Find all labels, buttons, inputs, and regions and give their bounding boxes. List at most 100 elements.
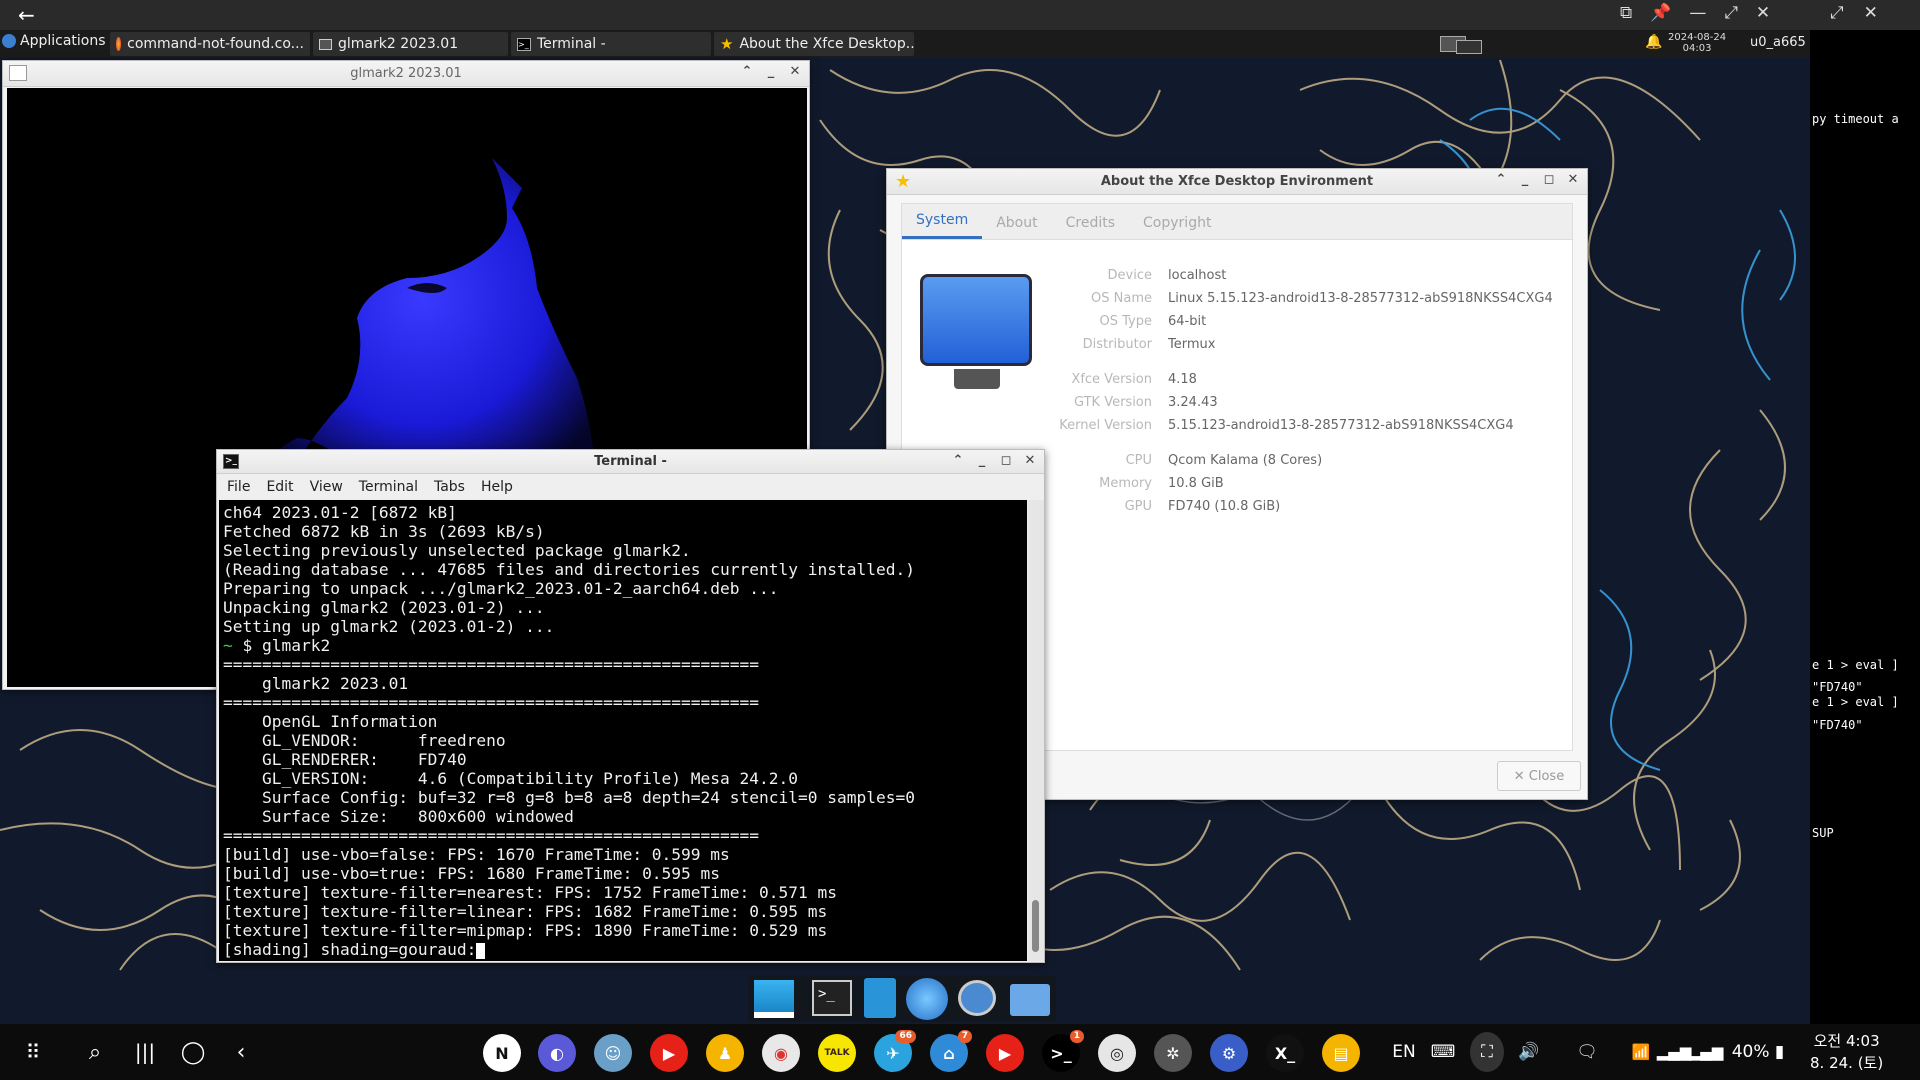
close-button[interactable]: ✕ Close <box>1497 761 1581 791</box>
notification-bell-icon[interactable]: 🔔 <box>1645 34 1662 50</box>
glmark2-titlebar[interactable]: glmark2 2023.01 ⌃ _ ✕ <box>3 61 809 87</box>
workspace-switcher[interactable] <box>1440 34 1482 54</box>
telegram-glyph: ✈ <box>886 1043 900 1063</box>
settings-app-icon[interactable]: ⚙ <box>1210 1034 1248 1072</box>
screenshot-icon[interactable]: ⛶ <box>1470 1032 1504 1072</box>
tab-credits[interactable]: Credits <box>1052 215 1129 239</box>
terminal-line: [shading] shading=gouraud: <box>223 940 1023 959</box>
tab-about[interactable]: About <box>982 215 1051 239</box>
terminal-scrollbar[interactable] <box>1028 500 1044 961</box>
task-firefox[interactable]: command-not-found.co... <box>110 32 310 56</box>
show-desktop-icon[interactable] <box>754 980 794 1018</box>
panel-time: 04:03 <box>1682 43 1712 54</box>
browser-app-icon[interactable]: ◐ <box>538 1034 576 1072</box>
scrollbar-thumb[interactable] <box>1032 900 1039 952</box>
store-app-icon[interactable]: ⌂ 7 <box>930 1030 972 1072</box>
termux-app-icon[interactable]: >_ 1 <box>1042 1030 1084 1072</box>
maximize-icon[interactable]: ⤢ <box>1724 3 1738 23</box>
aperture-app-icon[interactable]: ✲ <box>1154 1034 1192 1072</box>
menu-file[interactable]: File <box>227 479 250 495</box>
apps-grid-icon[interactable]: ⠿ <box>18 1032 48 1072</box>
file-manager-icon[interactable] <box>864 978 896 1018</box>
terminal-output[interactable]: ch64 2023.01-2 [6872 kB] Fetched 6872 kB … <box>219 500 1027 961</box>
recents-icon[interactable]: ||| <box>130 1032 160 1072</box>
close-icon[interactable]: ✕ <box>1022 453 1038 468</box>
back-arrow-icon[interactable]: ← <box>18 3 35 27</box>
shade-icon[interactable]: ⌃ <box>950 453 966 468</box>
xserver-app-icon[interactable]: X_ <box>1266 1034 1304 1072</box>
about-titlebar[interactable]: ★ About the Xfce Desktop Environment ⌃ _ ◻… <box>887 169 1587 195</box>
label-distributor: Distributor <box>1082 337 1152 352</box>
menu-help[interactable]: Help <box>481 479 513 495</box>
picture-in-picture-icon[interactable]: ⧉ <box>1620 3 1632 23</box>
chat-icon[interactable]: 🗨 <box>1572 1032 1602 1072</box>
expand-icon[interactable]: ⤢ <box>1830 3 1844 23</box>
files-glyph: ▤ <box>1333 1043 1349 1063</box>
keep-app-icon[interactable]: ♟ <box>706 1034 744 1072</box>
close-icon[interactable]: ✕ <box>1864 3 1878 23</box>
close-icon[interactable]: ✕ <box>1565 172 1581 187</box>
terminal-line: Preparing to unpack .../glmark2_2023.01-… <box>223 579 779 598</box>
web-browser-icon[interactable] <box>906 978 948 1020</box>
vpn-app-icon[interactable]: ◎ <box>1098 1034 1136 1072</box>
maximize-icon[interactable]: ◻ <box>998 453 1014 468</box>
maximize-icon[interactable]: ◻ <box>1541 172 1557 187</box>
folder-icon[interactable] <box>1010 984 1050 1016</box>
pin-icon[interactable]: 📌 <box>1650 3 1671 23</box>
files-app-icon[interactable]: ▤ <box>1322 1034 1360 1072</box>
wifi-icon: 📶 <box>1631 1043 1651 1061</box>
shade-icon[interactable]: ⌃ <box>739 64 755 79</box>
minimize-icon[interactable]: _ <box>1517 172 1533 187</box>
youtube-app-icon[interactable]: ▶ <box>650 1034 688 1072</box>
value-xfce-version: 4.18 <box>1168 372 1197 387</box>
minimize-icon[interactable]: _ <box>763 64 779 79</box>
notion-app-icon[interactable]: N <box>483 1034 521 1072</box>
termux-glyph: >_ <box>1050 1043 1072 1063</box>
browser-glyph: ◐ <box>550 1043 564 1063</box>
shade-icon[interactable]: ⌃ <box>1493 172 1509 187</box>
applications-menu[interactable]: Applications ⋮ <box>2 33 124 49</box>
tab-system[interactable]: System <box>902 212 983 239</box>
chrome-app-icon[interactable]: ◉ <box>762 1034 800 1072</box>
close-icon[interactable]: ✕ <box>1756 3 1770 23</box>
panel-user[interactable]: u0_a665 <box>1750 35 1806 50</box>
label-device: Device <box>1107 268 1152 283</box>
value-device: localhost <box>1168 268 1227 283</box>
menu-tabs[interactable]: Tabs <box>434 479 465 495</box>
vpn-glyph: ◎ <box>1110 1043 1124 1063</box>
back-icon[interactable]: ‹ <box>226 1032 256 1072</box>
aperture-glyph: ✲ <box>1166 1043 1180 1063</box>
terminal-line: ========================================… <box>223 826 760 845</box>
task-terminal[interactable]: >_ Terminal - <box>511 32 711 56</box>
menu-view[interactable]: View <box>310 479 343 495</box>
minimize-icon[interactable]: — <box>1689 3 1706 23</box>
menu-terminal[interactable]: Terminal <box>359 479 418 495</box>
firefox-icon <box>116 37 122 51</box>
task-glmark2[interactable]: glmark2 2023.01 <box>313 32 508 56</box>
telegram-app-icon[interactable]: ✈ 66 <box>874 1030 916 1072</box>
panel-clock[interactable]: 2024-08-24 04:03 <box>1668 32 1726 54</box>
minimize-icon[interactable]: _ <box>974 453 990 468</box>
terminal-icon[interactable]: >_ <box>812 980 852 1016</box>
volume-icon[interactable]: 🔊 <box>1514 1032 1544 1072</box>
home-icon[interactable]: ◯ <box>178 1032 208 1072</box>
task-about-xfce[interactable]: ★ About the Xfce Desktop... <box>714 32 914 56</box>
android-clock[interactable]: 오전 4:03 8. 24. (토) <box>1810 1030 1883 1074</box>
youtube-music-app-icon[interactable]: ▶ <box>986 1034 1024 1072</box>
terminal-line: [build] use-vbo=false: FPS: 1670 FrameTi… <box>223 845 730 864</box>
tab-copyright[interactable]: Copyright <box>1129 215 1225 239</box>
terminal-titlebar[interactable]: >_ Terminal - ⌃ _ ◻ ✕ <box>217 450 1044 474</box>
signal-icon: ▂▄▆ <box>1656 1043 1692 1061</box>
finder-app-icon[interactable]: ☺ <box>594 1034 632 1072</box>
terminal-line: (Reading database ... 47685 files and di… <box>223 560 915 579</box>
kakaotalk-app-icon[interactable]: TALK <box>818 1034 856 1072</box>
terminal-line: glmark2 2023.01 <box>223 674 409 693</box>
search-icon[interactable]: ⌕ <box>80 1032 110 1072</box>
search-icon[interactable] <box>958 980 996 1016</box>
notification-badge: 1 <box>1069 1030 1084 1043</box>
keyboard-icon[interactable]: ⌨ <box>1428 1032 1458 1072</box>
close-icon[interactable]: ✕ <box>787 64 803 79</box>
menu-edit[interactable]: Edit <box>266 479 293 495</box>
language-indicator[interactable]: EN <box>1384 1032 1424 1072</box>
terminal-line: GL_VENDOR: freedreno <box>223 731 506 750</box>
